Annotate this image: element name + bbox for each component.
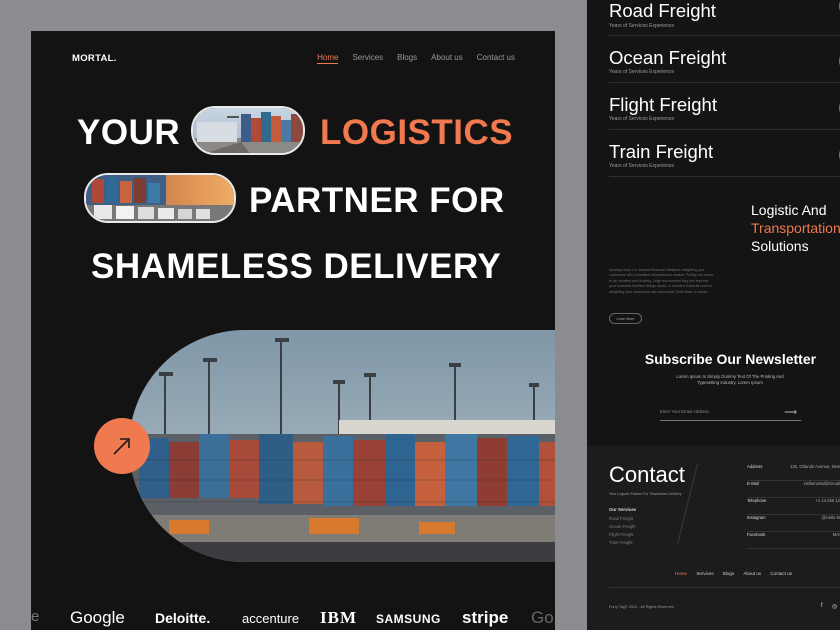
facebook-icon[interactable]: f — [821, 603, 823, 609]
footer-nav-home[interactable]: Home — [675, 571, 687, 576]
nav-item-about[interactable]: About us — [431, 53, 463, 64]
logistic-heading-line3: Solutions — [751, 238, 809, 254]
arrow-up-right-icon — [113, 438, 130, 455]
brand-logo-deloitte: Deloitte. — [155, 610, 211, 626]
newsletter-email-input[interactable]: Enter Your Email Address ⟶ — [660, 404, 801, 421]
footer-nav-contact[interactable]: Contact us — [770, 571, 792, 576]
info-value[interactable]: @Hello M — [822, 515, 840, 520]
logistic-heading: Logistic And Transportation Solutions — [751, 201, 840, 255]
nav-item-blogs[interactable]: Blogs — [397, 53, 417, 64]
submit-arrow-icon[interactable]: ⟶ — [784, 407, 797, 418]
freight-item-flight[interactable]: Flight Freight Years of Services Experie… — [609, 83, 840, 130]
contact-info-address: Address 125, Orlando Avenue, New — [747, 464, 840, 481]
brand-logo-samsung: SAMSUNG — [376, 612, 441, 626]
copyright-text: Furry Tag© 2022 - All Rights Reserved — [609, 605, 674, 609]
newsletter-title: Subscribe Our Newsletter — [644, 351, 817, 367]
hero-pill-image-warehouse — [191, 106, 305, 155]
footer-service-link[interactable]: Ocean Freight — [609, 524, 636, 529]
footer-service-link[interactable]: Train Freight — [609, 540, 633, 545]
freight-title: Train Freight — [609, 141, 714, 162]
footer-rule — [609, 587, 840, 588]
footer-nav-blogs[interactable]: Blogs — [723, 571, 734, 576]
brand-logo-google: Google — [70, 608, 125, 627]
info-value[interactable]: +1 14 256 12 — [815, 498, 840, 503]
nav-menu: Home Services Blogs About us Contact us — [317, 53, 515, 64]
nav-item-services[interactable]: Services — [352, 53, 383, 64]
freight-subtitle: Years of Services Experience — [609, 163, 675, 169]
info-value[interactable]: Hellomortal@Gmail — [804, 481, 840, 486]
brand-logo-stripe: stripe — [462, 608, 509, 627]
contact-info-email: E-Mail Hellomortal@Gmail — [747, 481, 840, 498]
nav-item-contact[interactable]: Contact us — [477, 53, 515, 64]
contact-title: Contact — [609, 462, 685, 487]
instagram-icon[interactable]: ◎ — [832, 603, 837, 610]
footer-nav-services[interactable]: Services — [696, 571, 713, 576]
info-value: 125, Orlando Avenue, New — [790, 464, 840, 469]
info-label: Address — [747, 464, 763, 469]
contact-info-telephone: Telephone +1 14 256 12 — [747, 498, 840, 515]
brand-logo-ibm: IBM — [320, 608, 357, 627]
footer-nav: Home Services Blogs About us Contact us — [587, 571, 840, 576]
freight-subtitle: Years of Services Experience — [609, 116, 675, 122]
top-navigation: MORTAL. Home Services Blogs About us Con… — [31, 53, 555, 67]
contact-info-facebook: Facebook Mor — [747, 532, 840, 549]
hero-arrow-button[interactable] — [94, 418, 150, 474]
footer-service-link[interactable]: Road Freight — [609, 516, 633, 521]
brand-logo[interactable]: MORTAL. — [72, 53, 117, 64]
info-value[interactable]: Mor — [833, 532, 840, 537]
freight-title: Flight Freight — [609, 94, 717, 115]
contact-info-instagram: Instagram @Hello M — [747, 515, 840, 532]
contact-subtitle: Your Logistic Partner For Shameless Deli… — [609, 492, 682, 496]
info-label: Facebook — [747, 532, 766, 537]
freight-title: Ocean Freight — [609, 47, 727, 68]
logistic-paragraph: Nondisp nimir t in demand financial init… — [609, 268, 714, 294]
logistic-heading-line1: Logistic And — [751, 202, 827, 218]
footer-nav-about[interactable]: About us — [743, 571, 761, 576]
newsletter-subtitle: Lorem Ipsum Is Simply Dummy Text Of The … — [676, 374, 784, 385]
hero-line-partner: PARTNER FOR — [249, 181, 505, 220]
hero-line-shameless: SHAMELESS DELIVERY — [91, 247, 502, 286]
services-heading: Our Services — [609, 507, 637, 512]
nav-item-home[interactable]: Home — [317, 53, 339, 64]
landing-page-mockup: MORTAL. Home Services Blogs About us Con… — [31, 31, 555, 630]
logistic-heading-line2: Transportation — [751, 220, 840, 236]
brand-logo-partial-right: e — [31, 608, 40, 625]
hero-port-image — [129, 330, 555, 562]
hero-word-your: YOUR — [77, 113, 181, 152]
freight-title: Road Freight — [609, 0, 716, 21]
hero-pill-image-trucks — [84, 173, 236, 223]
freight-subtitle: Years of Services Experience — [609, 23, 675, 29]
partner-logos: e Google Deloitte. accenture IBM SAMSUNG… — [31, 608, 555, 630]
brand-logo-accenture: accenture — [242, 611, 300, 626]
learn-more-button[interactable]: Learn More — [609, 313, 642, 324]
info-label: Telephone — [747, 498, 767, 503]
freight-subtitle: Years of Services Experience — [609, 69, 675, 75]
freight-item-ocean[interactable]: Ocean Freight Years of Services Experien… — [609, 36, 840, 83]
info-label: E-Mail — [747, 481, 759, 486]
email-placeholder: Enter Your Email Address — [660, 409, 709, 414]
footer: Contact Your Logistic Partner For Shamel… — [587, 446, 840, 630]
info-label: Instagram — [747, 515, 766, 520]
footer-service-link[interactable]: Flight Freight — [609, 532, 633, 537]
brand-logo-partial: Go — [531, 608, 554, 627]
hero-word-logistics: LOGISTICS — [320, 113, 514, 152]
freight-item-road[interactable]: Road Freight Years of Services Experienc… — [609, 0, 840, 36]
services-page-mockup: Road Freight Years of Services Experienc… — [587, 0, 840, 630]
freight-item-train[interactable]: Train Freight Years of Services Experien… — [609, 130, 840, 177]
